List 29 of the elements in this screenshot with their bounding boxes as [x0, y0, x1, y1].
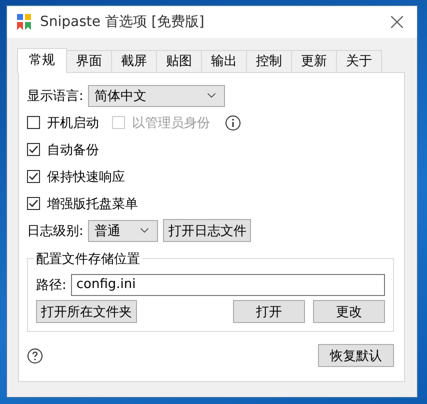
log-level-label: 日志级别:	[27, 222, 84, 240]
log-level-dropdown[interactable]: 普通	[88, 220, 158, 242]
tab[interactable]: 常规	[17, 48, 67, 73]
open-folder-button[interactable]: 打开所在文件夹	[36, 300, 137, 323]
caret-icon	[207, 93, 216, 98]
checkbox[interactable]	[27, 170, 40, 183]
checkbox-label[interactable]: 增强版托盘菜单	[47, 194, 138, 212]
open-button[interactable]: 打开	[233, 300, 305, 323]
language-label: 显示语言:	[27, 88, 84, 104]
open-log-button[interactable]: 打开日志文件	[163, 219, 252, 242]
info-icon[interactable]	[225, 114, 241, 130]
tab[interactable]: 关于	[336, 50, 382, 72]
checkbox-label[interactable]: 开机启动	[47, 114, 99, 132]
checkbox[interactable]	[27, 197, 40, 210]
group-title: 配置文件存储位置	[34, 250, 142, 268]
checkbox[interactable]	[27, 143, 40, 156]
path-label: 路径:	[36, 276, 66, 294]
checkbox-label[interactable]: 自动备份	[47, 140, 99, 158]
caret-icon	[140, 228, 150, 233]
help-icon[interactable]	[27, 348, 43, 364]
checkbox[interactable]	[27, 116, 40, 129]
language-dropdown[interactable]: 简体中文	[88, 84, 226, 106]
logo-icon	[17, 14, 31, 30]
restore-defaults-button[interactable]: 恢复默认	[318, 344, 394, 367]
window-title: Snipaste 首选项 [免费版]	[40, 13, 206, 31]
path-field[interactable]: config.ini	[71, 274, 385, 296]
checkbox-label[interactable]: 保持快速响应	[47, 168, 125, 186]
close-icon[interactable]	[391, 16, 403, 28]
change-button[interactable]: 更改	[313, 300, 385, 323]
